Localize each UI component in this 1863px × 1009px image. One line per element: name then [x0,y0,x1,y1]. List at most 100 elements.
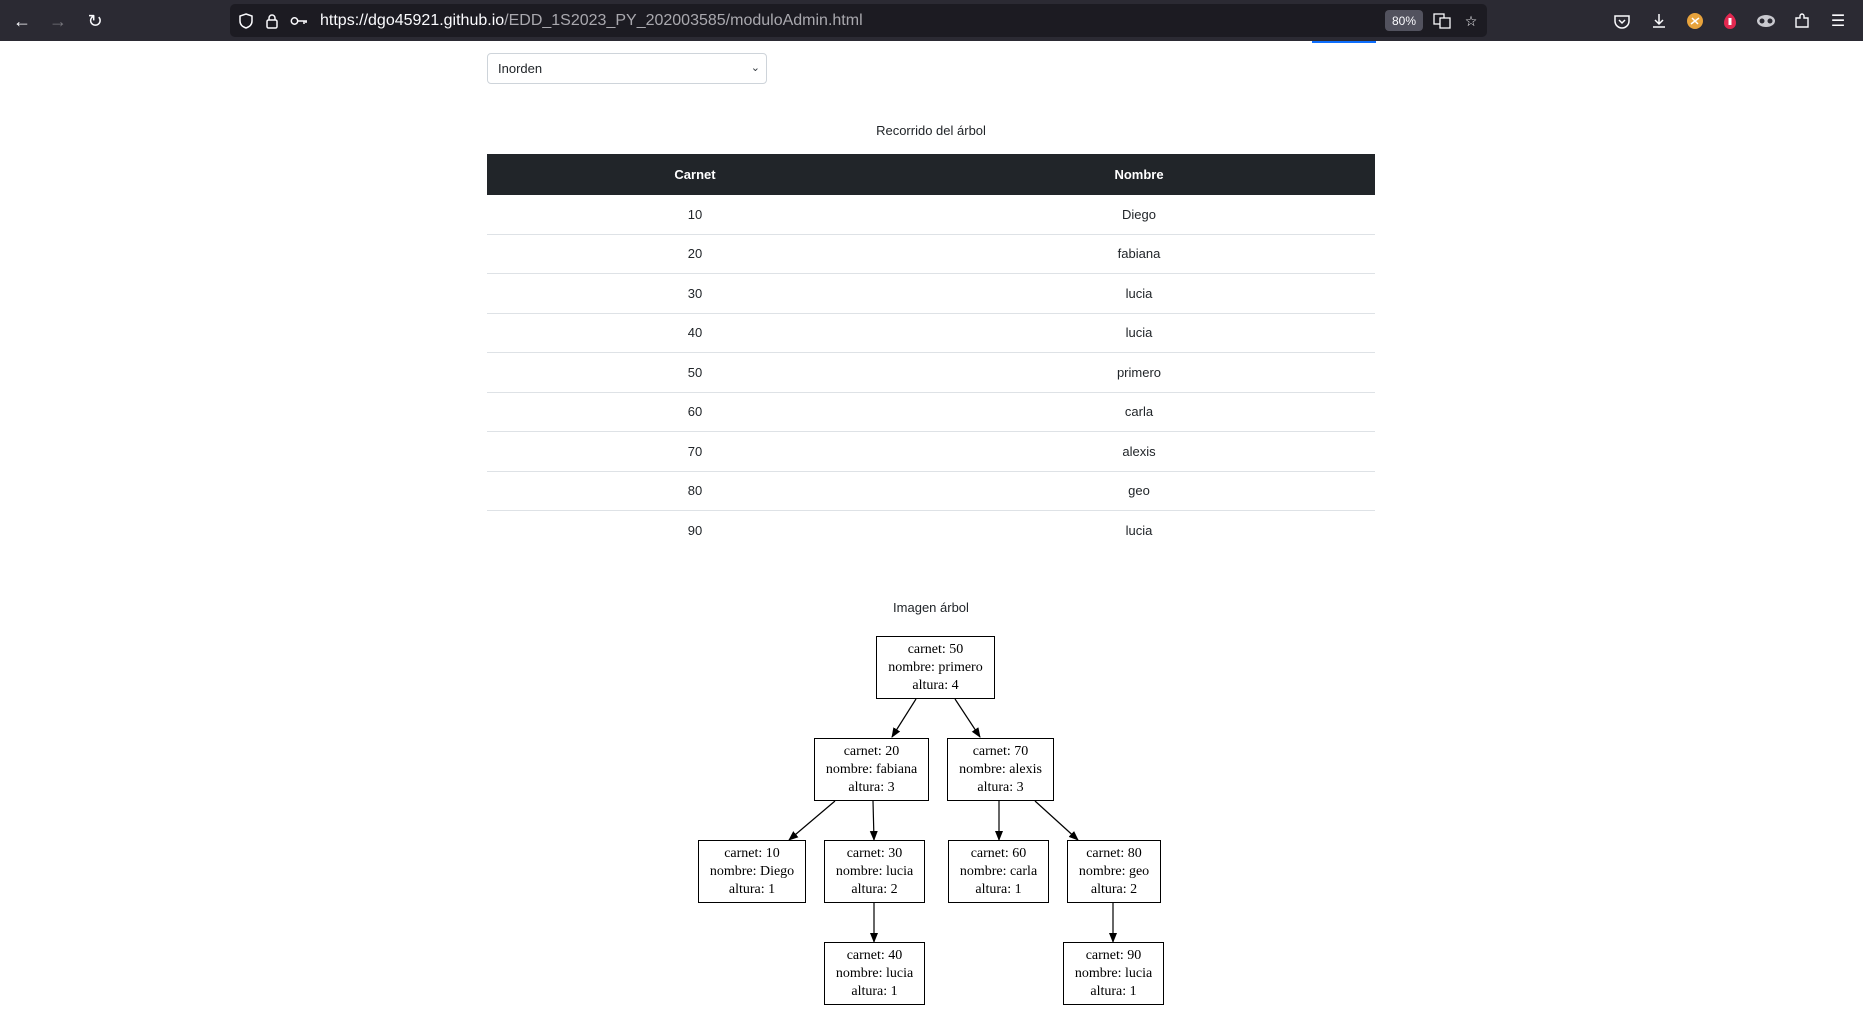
node-carnet: carnet: 40 [846,947,903,963]
cell-nombre: carla [1124,404,1154,420]
zoom-level-badge[interactable]: 80% [1385,10,1423,31]
cell-nombre: primero [1116,364,1162,380]
table-row: 10 Diego [487,195,1375,235]
node-altura: altura: 2 [1090,881,1138,897]
edge-20-10 [788,800,836,841]
tree-node-50: carnet: 50 nombre: primero altura: 4 [876,636,995,699]
translate-icon[interactable] [1433,12,1451,30]
node-nombre: nombre: lucia [1074,965,1153,981]
tree-node-20: carnet: 20 nombre: fabiana altura: 3 [814,738,929,801]
forward-arrow-icon[interactable]: → [46,9,70,33]
node-altura: altura: 3 [848,779,895,795]
back-arrow-icon[interactable]: ← [10,9,34,33]
tree-node-70: carnet: 70 nombre: alexis altura: 3 [947,738,1054,801]
node-carnet: carnet: 10 [724,845,780,861]
cell-carnet: 30 [687,285,703,301]
cell-carnet: 60 [687,404,703,420]
tree-caption: Imagen árbol [893,600,969,615]
menu-hamburger-icon[interactable]: ☰ [1826,9,1850,33]
node-nombre: nombre: alexis [959,761,1042,777]
node-carnet: carnet: 90 [1085,947,1142,963]
edge-20-30 [869,800,878,841]
table-row: 60 carla [487,393,1375,432]
cell-carnet: 70 [687,443,703,459]
cell-carnet: 40 [687,325,703,341]
cell-nombre: alexis [1122,443,1156,459]
header-nombre: Nombre [1114,167,1164,182]
node-carnet: carnet: 60 [970,845,1027,861]
node-carnet: carnet: 70 [972,743,1029,759]
table-caption: Recorrido del árbol [876,123,986,138]
edge-70-80 [1034,800,1079,841]
tree-node-10: carnet: 10 nombre: Diego altura: 1 [698,840,806,903]
cell-nombre: lucia [1125,325,1153,341]
nav-button-edge[interactable] [1312,41,1376,43]
extension-mask-icon[interactable] [1754,9,1778,33]
node-altura: altura: 1 [975,881,1022,897]
edge-50-20 [891,698,917,738]
node-altura: altura: 1 [1090,983,1137,999]
cell-nombre: lucia [1125,285,1153,301]
node-carnet: carnet: 50 [907,641,964,657]
tree-node-90: carnet: 90 nombre: lucia altura: 1 [1063,942,1164,1005]
node-nombre: nombre: primero [888,659,983,675]
cell-nombre: fabiana [1117,246,1161,262]
node-nombre: nombre: lucia [835,965,914,981]
traversal-table: Carnet Nombre 10 Diego 20 fabiana 30 lucia … [487,154,1375,551]
download-icon[interactable] [1647,9,1671,33]
shield-icon[interactable] [237,12,255,30]
reload-icon[interactable]: ↻ [83,9,107,33]
cell-carnet: 20 [687,246,703,262]
header-carnet: Carnet [674,167,716,182]
node-carnet: carnet: 20 [843,743,900,759]
extension-orange-icon[interactable] [1683,9,1707,33]
tree-node-30: carnet: 30 nombre: lucia altura: 2 [824,840,925,903]
traversal-select[interactable]: Inorden ⌄ [487,53,767,84]
address-bar[interactable]: https://dgo45921.github.io/EDD_1S2023_PY… [230,4,1487,37]
table-row: 30 lucia [487,274,1375,314]
node-altura: altura: 4 [912,677,959,693]
bookmark-star-icon[interactable]: ☆ [1462,12,1480,30]
tree-node-60: carnet: 60 nombre: carla altura: 1 [948,840,1049,903]
key-icon[interactable] [290,12,308,30]
node-altura: altura: 2 [851,881,898,897]
node-altura: altura: 3 [977,779,1024,795]
traversal-select-value: Inorden [498,61,543,76]
browser-toolbar: ← → ↻ https://dgo45921.github.io/EDD_1S2… [0,0,1863,41]
node-altura: altura: 1 [851,983,898,999]
node-altura: altura: 1 [728,881,776,897]
node-nombre: nombre: geo [1078,863,1150,879]
lock-icon[interactable] [263,12,281,30]
url-text[interactable]: https://dgo45921.github.io/EDD_1S2023_PY… [320,12,863,30]
edge-50-70 [954,698,981,738]
cell-carnet: 50 [687,364,703,380]
node-nombre: nombre: lucia [835,863,914,879]
table-row: 70 alexis [487,432,1375,472]
cell-nombre: geo [1128,483,1150,499]
url-path: /EDD_1S2023_PY_202003585/moduloAdmin.htm… [504,12,863,29]
url-host: https://dgo45921.github.io [320,12,505,29]
tree-node-80: carnet: 80 nombre: geo altura: 2 [1067,840,1161,903]
cell-nombre: lucia [1125,523,1153,539]
cell-carnet: 90 [687,523,703,539]
table-row: 20 fabiana [487,235,1375,274]
tree-node-40: carnet: 40 nombre: lucia altura: 1 [824,942,925,1005]
table-row: 80 geo [487,472,1375,511]
node-nombre: nombre: Diego [709,863,795,879]
table-row: 50 primero [487,353,1375,393]
table-row: 90 lucia [487,511,1375,551]
node-nombre: nombre: fabiana [825,761,918,777]
page-content: Inorden ⌄ Recorrido del árbol Carnet Nom… [0,41,1863,1009]
table-row: 40 lucia [487,314,1375,353]
pocket-icon[interactable] [1610,9,1634,33]
node-nombre: nombre: carla [959,863,1038,879]
node-carnet: carnet: 30 [846,845,903,861]
cell-nombre: Diego [1122,206,1156,222]
extensions-puzzle-icon[interactable] [1790,9,1814,33]
tree-image: carnet: 50 nombre: primero altura: 4 car… [0,635,1863,1009]
extension-red-icon[interactable] [1718,9,1742,33]
table-header: Carnet Nombre [487,154,1375,195]
chevron-down-icon: ⌄ [750,62,760,74]
cell-carnet: 80 [687,483,703,499]
node-carnet: carnet: 80 [1086,845,1142,861]
